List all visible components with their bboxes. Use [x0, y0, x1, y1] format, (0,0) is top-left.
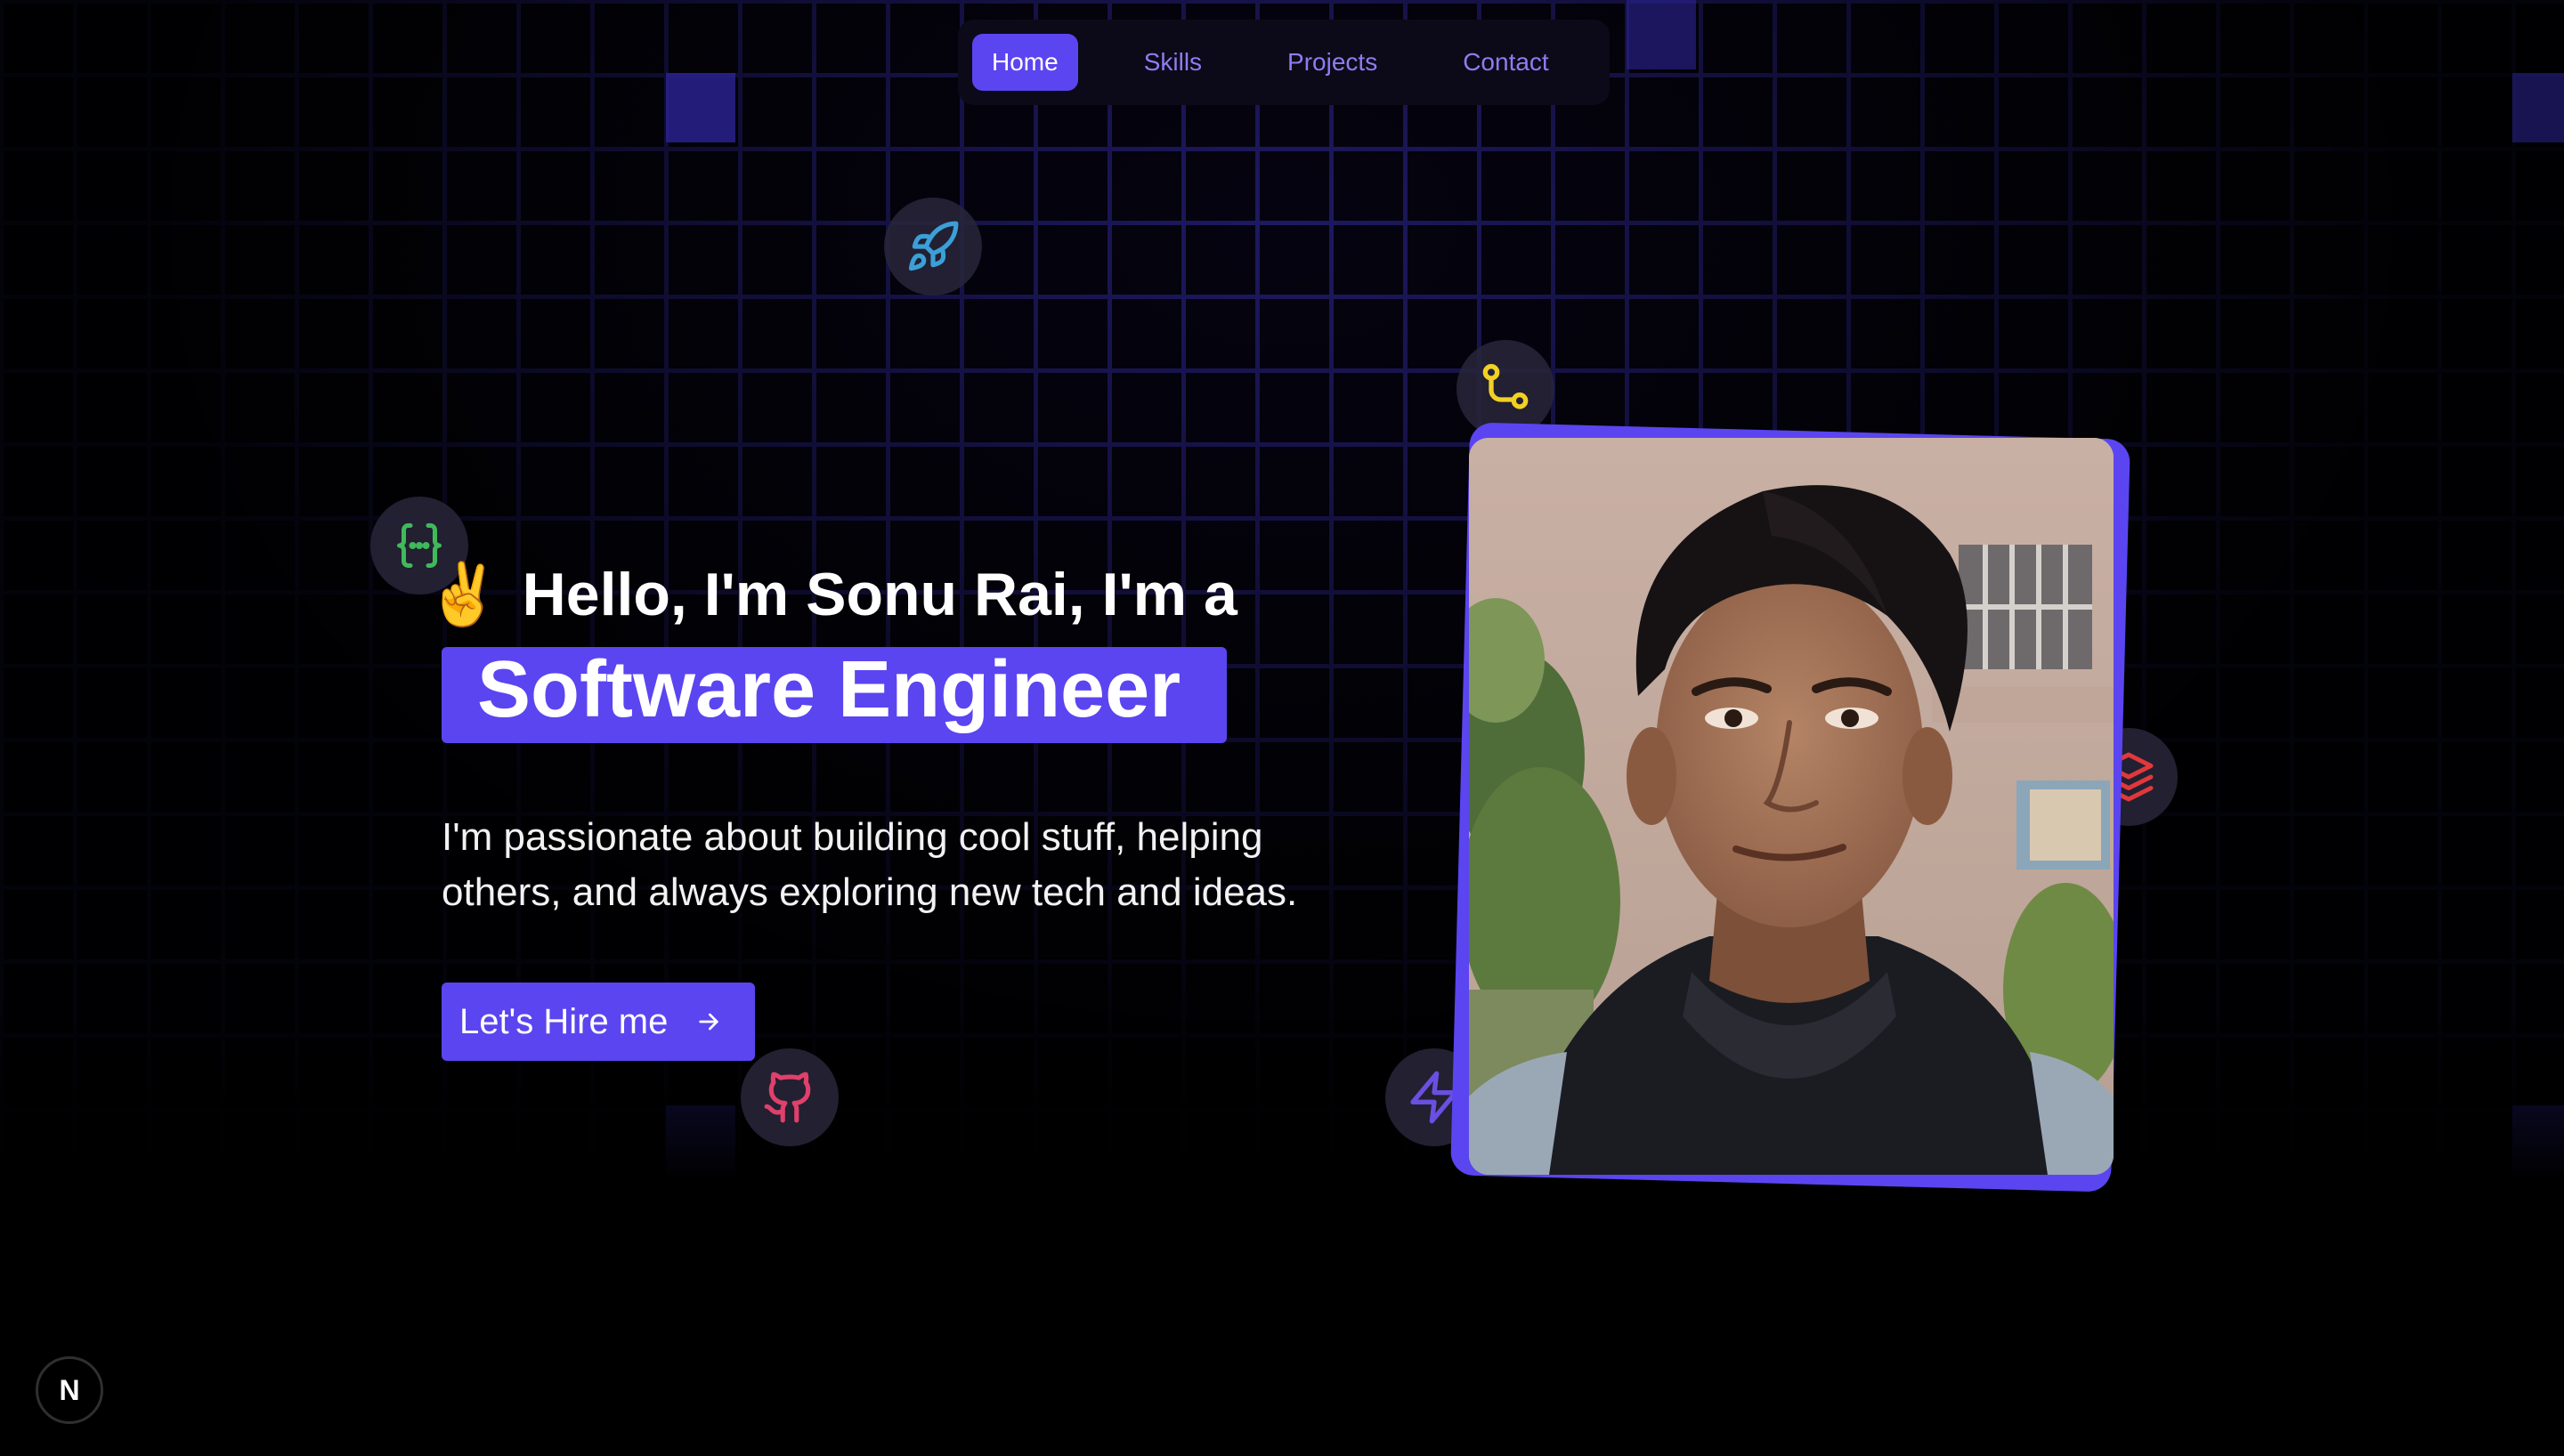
victory-hand-emoji: ✌ — [426, 561, 501, 628]
greeting-text: Hello, I'm Sonu Rai, I'm a — [522, 561, 1237, 628]
arrow-right-icon — [699, 1013, 719, 1031]
profile-photo — [1469, 438, 2114, 1175]
description-line-2: others, and always exploring new tech an… — [442, 870, 1298, 914]
grid-highlight-cell — [666, 73, 735, 142]
nextjs-dev-badge[interactable]: N — [36, 1356, 103, 1424]
hire-me-label: Let's Hire me — [459, 1001, 669, 1041]
role-title: Software Engineer — [477, 645, 1181, 734]
grid-highlight-cell — [2512, 73, 2564, 142]
grid-highlight-cell — [1627, 0, 1696, 69]
github-icon — [741, 1048, 839, 1146]
hero-greeting: ✌ Hello, I'm Sonu Rai, I'm a — [426, 559, 1237, 630]
rocket-icon — [884, 198, 982, 295]
hero-section — [0, 0, 2564, 1184]
nav-skills[interactable]: Skills — [1124, 34, 1221, 91]
nav-home[interactable]: Home — [972, 34, 1078, 91]
description-line-1: I'm passionate about building cool stuff… — [442, 815, 1263, 859]
nav-projects[interactable]: Projects — [1268, 34, 1397, 91]
nav-contact[interactable]: Contact — [1443, 34, 1569, 91]
top-nav: Home Skills Projects Contact — [958, 20, 1610, 105]
hero-description: I'm passionate about building cool stuff… — [442, 810, 1421, 920]
portrait-illustration — [1469, 438, 2114, 1175]
hire-me-button[interactable]: Let's Hire me — [442, 983, 755, 1061]
hero-bottom-fade — [0, 988, 2564, 1184]
